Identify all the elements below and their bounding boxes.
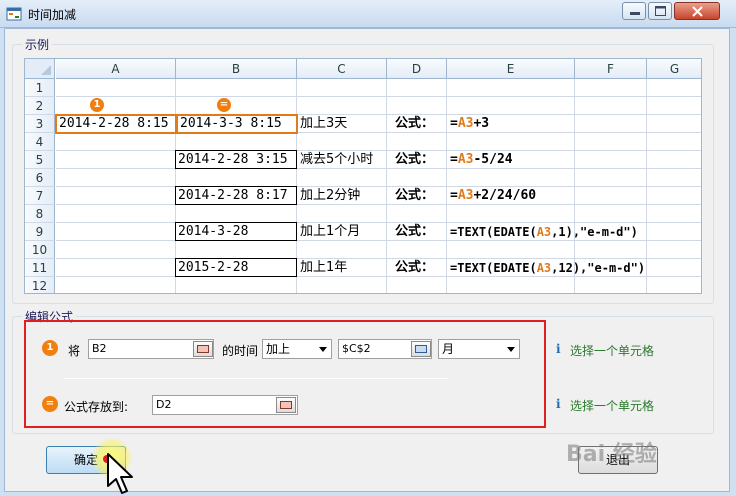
formula-suffix: ,1),"e-m-d") — [551, 225, 638, 239]
cell-e11[interactable]: =TEXT(EDATE(A3,12),"e-m-d") — [448, 259, 701, 277]
cell-d11[interactable]: 公式： — [393, 259, 445, 277]
time-label: 的时间 — [222, 344, 259, 358]
row-header: 3 — [25, 115, 55, 133]
formula-ref: A3 — [457, 116, 474, 131]
info-icon: i — [556, 342, 561, 356]
jiang-label: 将 — [68, 344, 81, 358]
grid-line — [446, 79, 447, 293]
column-header-a: A — [56, 59, 176, 79]
cell-c3[interactable]: 加上3天 — [298, 115, 386, 133]
formula-suffix: +2/24/60 — [473, 188, 537, 203]
cell-a3[interactable]: 2014-2-28 8:15 — [55, 114, 177, 134]
cell-d7[interactable]: 公式： — [393, 187, 445, 205]
step-2-badge: = — [42, 396, 58, 412]
formula-suffix: ,12),"e-m-d") — [551, 261, 646, 275]
maximize-icon — [655, 6, 666, 16]
formula-ref: A3 — [457, 188, 474, 203]
chevron-down-icon — [507, 347, 515, 352]
column-header-c: C — [297, 59, 387, 79]
amount-cell-picker-button[interactable] — [411, 341, 431, 357]
select-all-corner — [25, 59, 55, 79]
row-header: 2 — [25, 97, 55, 115]
cell-e3[interactable]: =A3+3 — [448, 115, 574, 133]
row-header: 7 — [25, 187, 55, 205]
row-header: 11 — [25, 259, 55, 277]
grid-line — [386, 79, 387, 293]
target-cell-picker-button[interactable] — [276, 397, 296, 413]
cell-b3[interactable]: 2014-3-3 8:15 — [176, 114, 298, 134]
hint-text: 选择一个单元格 — [570, 399, 655, 413]
formula-prefix: =TEXT(EDATE( — [450, 225, 537, 239]
chevron-down-icon — [319, 347, 327, 352]
row-header: 8 — [25, 205, 55, 223]
watermark: Bai 经验 — [566, 442, 657, 467]
cell-c11[interactable]: 加上1年 — [298, 259, 386, 277]
hint-text: 选择一个单元格 — [570, 344, 655, 358]
formula-ref: A3 — [536, 261, 552, 275]
formula-prefix: = — [450, 188, 458, 203]
cell-c9[interactable]: 加上1个月 — [298, 223, 386, 241]
column-header-f: F — [575, 59, 647, 79]
app-icon — [6, 7, 22, 21]
operation-selected: 加上 — [266, 342, 291, 356]
unit-selected: 月 — [442, 342, 455, 356]
row-header: 6 — [25, 169, 55, 187]
step-1-badge: 1 — [42, 340, 58, 356]
divider — [64, 378, 448, 379]
column-header-g: G — [647, 59, 701, 79]
formula-prefix: = — [450, 116, 458, 131]
cell-e7[interactable]: =A3+2/24/60 — [448, 187, 588, 205]
cell-e5[interactable]: =A3-5/24 — [448, 151, 574, 169]
cell-c5[interactable]: 减去5个小时 — [298, 151, 386, 169]
row-header: 9 — [25, 223, 55, 241]
cell-b11[interactable]: 2015-2-28 — [175, 258, 297, 277]
cell-picker-icon — [415, 345, 427, 353]
formula-ref: A3 — [536, 225, 552, 239]
cell-picker-icon — [197, 345, 209, 353]
row-header: 4 — [25, 133, 55, 151]
cell-b7[interactable]: 2014-2-28 8:17 — [175, 186, 297, 205]
source-cell-picker-button[interactable] — [193, 341, 213, 357]
minimize-icon — [630, 12, 640, 15]
formula-prefix: = — [450, 152, 458, 167]
cell-b5[interactable]: 2014-2-28 3:15 — [175, 150, 297, 169]
info-icon: i — [556, 397, 561, 411]
window-title: 时间加减 — [28, 8, 77, 22]
row-header: 1 — [25, 79, 55, 97]
formula-prefix: =TEXT(EDATE( — [450, 261, 537, 275]
cell-d9[interactable]: 公式： — [393, 223, 445, 241]
maximize-button[interactable] — [648, 2, 672, 20]
example-group-label: 示例 — [22, 36, 53, 53]
formula-suffix: -5/24 — [473, 152, 513, 167]
grid-line — [56, 96, 701, 97]
operation-select[interactable]: 加上 — [262, 339, 332, 359]
row-header: 12 — [25, 277, 55, 293]
store-label: 公式存放到: — [64, 400, 129, 414]
close-icon — [692, 6, 703, 17]
cell-b9[interactable]: 2014-3-28 — [175, 222, 297, 241]
formula-suffix: +3 — [473, 116, 490, 131]
title-bar[interactable]: 时间加减 — [0, 0, 736, 28]
formula-ref: A3 — [457, 152, 474, 167]
unit-select[interactable]: 月 — [438, 339, 520, 359]
cell-d5[interactable]: 公式： — [393, 151, 445, 169]
mouse-cursor-icon — [107, 453, 133, 494]
column-header-d: D — [387, 59, 447, 79]
step-2-badge: = — [217, 98, 231, 112]
column-header-e: E — [447, 59, 575, 79]
cell-e9[interactable]: =TEXT(EDATE(A3,1),"e-m-d") — [448, 223, 700, 241]
row-header: 5 — [25, 151, 55, 169]
column-header-b: B — [176, 59, 297, 79]
cell-d3[interactable]: 公式： — [393, 115, 445, 133]
minimize-button[interactable] — [622, 2, 646, 20]
cell-c7[interactable]: 加上2分钟 — [298, 187, 386, 205]
step-1-badge: 1 — [90, 98, 104, 112]
row-header: 10 — [25, 241, 55, 259]
example-spreadsheet: A B C D E F G 1 2 3 4 5 6 7 8 9 10 11 12… — [24, 58, 702, 294]
cell-picker-icon — [280, 401, 292, 409]
close-button[interactable] — [674, 2, 720, 20]
